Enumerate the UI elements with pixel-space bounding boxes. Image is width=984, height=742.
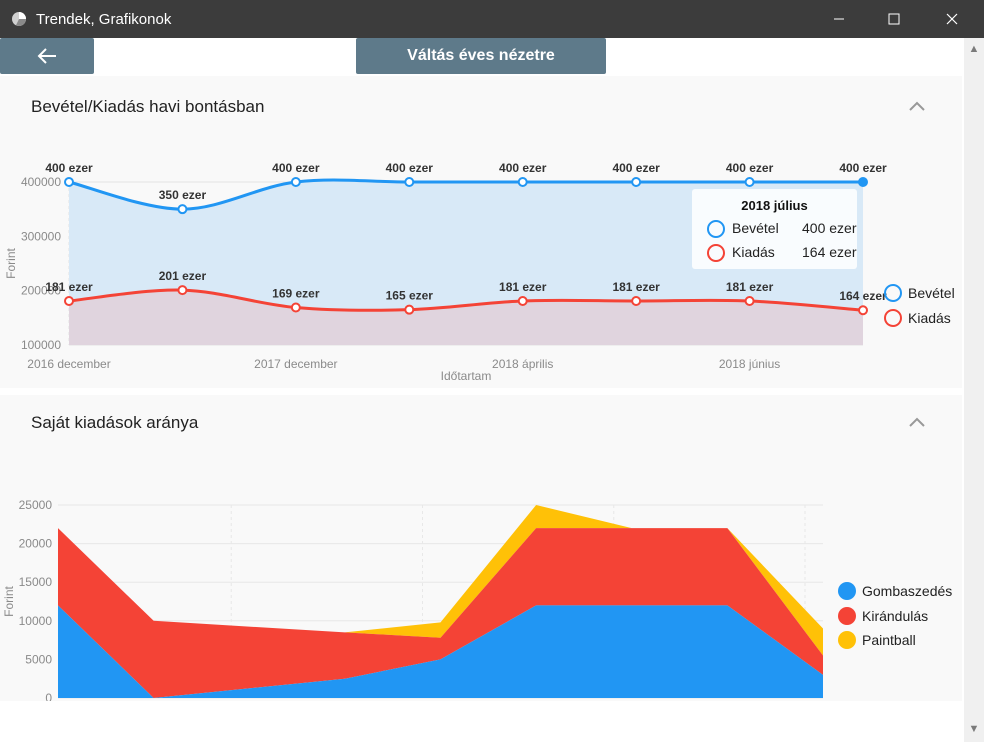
- data-label: 400 ezer: [45, 161, 93, 175]
- data-label: 400 ezer: [726, 161, 774, 175]
- scroll-down-icon[interactable]: ▼: [967, 722, 981, 736]
- window-title: Trendek, Grafikonok: [36, 11, 172, 28]
- y-tick-label: 10000: [19, 614, 53, 628]
- data-label: 400 ezer: [612, 161, 660, 175]
- data-label: 400 ezer: [386, 161, 434, 175]
- dot-icon: [838, 631, 856, 649]
- x-axis-label: Időtartam: [441, 369, 492, 383]
- x-tick-label: 2018 június: [719, 357, 780, 371]
- y-tick-label: 100000: [21, 338, 61, 352]
- ring-icon: [707, 244, 725, 262]
- scroll-up-icon[interactable]: ▲: [967, 42, 981, 56]
- data-label: 350 ezer: [159, 188, 207, 202]
- tooltip-value: 164 ezer: [802, 244, 857, 260]
- data-point: [858, 177, 868, 187]
- legend-label: Kirándulás: [862, 608, 929, 624]
- data-label: 201 ezer: [159, 269, 207, 283]
- close-icon: [946, 13, 958, 25]
- legend-label: Kiadás: [908, 310, 951, 326]
- tooltip-label: Bevétel: [732, 220, 779, 236]
- ring-icon: [707, 220, 725, 238]
- app-window: Trendek, Grafikonok Váltás éves nézetre …: [0, 0, 984, 742]
- data-label: 169 ezer: [272, 287, 320, 301]
- data-label: 181 ezer: [612, 280, 660, 294]
- minimize-button[interactable]: [816, 0, 862, 38]
- data-label: 400 ezer: [272, 161, 320, 175]
- pie-chart-icon: [12, 12, 26, 26]
- minimize-icon: [834, 18, 844, 20]
- data-label: 165 ezer: [386, 289, 434, 303]
- y-tick-label: 15000: [19, 575, 53, 589]
- expense-ratio-chart: 0500010000150002000025000decemberfebruár…: [2, 498, 823, 701]
- data-point: [177, 204, 188, 215]
- close-button[interactable]: [929, 0, 975, 38]
- y-axis-label: Forint: [2, 586, 16, 617]
- data-point: [404, 177, 415, 187]
- ring-icon: [884, 284, 902, 302]
- data-point: [517, 177, 528, 187]
- data-label: 181 ezer: [45, 280, 93, 294]
- ring-icon: [884, 309, 902, 327]
- y-tick-label: 20000: [19, 537, 53, 551]
- legend-label: Gombaszedés: [862, 583, 953, 599]
- data-label: 181 ezer: [726, 280, 774, 294]
- legend-label: Bevétel: [908, 285, 955, 301]
- toggle-yearly-view-button[interactable]: Váltás éves nézetre: [356, 38, 606, 74]
- tooltip-value: 400 ezer: [802, 220, 857, 236]
- data-point: [64, 295, 74, 306]
- title-bar[interactable]: Trendek, Grafikonok: [0, 0, 984, 38]
- data-label: 164 ezer: [839, 289, 887, 303]
- legend-label: Paintball: [862, 632, 916, 648]
- maximize-icon: [888, 13, 900, 25]
- dot-icon: [838, 582, 856, 600]
- x-tick-label: 2016 december: [27, 357, 110, 371]
- vertical-scrollbar[interactable]: ▲ ▼: [964, 38, 984, 742]
- expense-ratio-card: Saját kiadások aránya 0 5000 10000 15000 200…: [0, 395, 962, 701]
- data-label: 400 ezer: [499, 161, 547, 175]
- x-tick-label: 2018 április: [492, 357, 553, 371]
- tooltip-title: 2018 július: [741, 198, 808, 213]
- income-expense-card: Bevétel/Kiadás havi bontásban 100000 2000…: [0, 76, 962, 388]
- y-tick-label: 400000: [21, 175, 61, 189]
- y-tick-label: 300000: [21, 229, 61, 243]
- data-point: [631, 177, 642, 187]
- data-point: [177, 285, 188, 296]
- y-tick-label: 5000: [25, 652, 52, 666]
- data-point: [290, 302, 301, 313]
- arrow-left-icon: [37, 48, 56, 64]
- data-point: [858, 305, 868, 316]
- data-label: 400 ezer: [839, 161, 887, 175]
- back-button[interactable]: [0, 38, 94, 74]
- data-label: 181 ezer: [499, 280, 547, 294]
- chart-tooltip: 2018 július Bevétel 400 ezer Kiadás 164 …: [692, 189, 857, 269]
- data-point: [517, 295, 528, 306]
- x-tick-label: 2017 december: [254, 357, 337, 371]
- data-point: [744, 177, 755, 187]
- data-point: [290, 177, 301, 187]
- data-point: [744, 295, 755, 306]
- y-tick-label: 0: [45, 691, 52, 701]
- main-content: Váltás éves nézetre Bevétel/Kiadás havi …: [0, 38, 964, 742]
- y-axis-label: Forint: [4, 248, 18, 279]
- y-tick-label: 25000: [19, 498, 53, 512]
- tooltip-label: Kiadás: [732, 244, 775, 260]
- data-point: [631, 295, 642, 306]
- data-point: [404, 304, 415, 315]
- dot-icon: [838, 607, 856, 625]
- data-point: [64, 177, 74, 187]
- maximize-button[interactable]: [871, 0, 917, 38]
